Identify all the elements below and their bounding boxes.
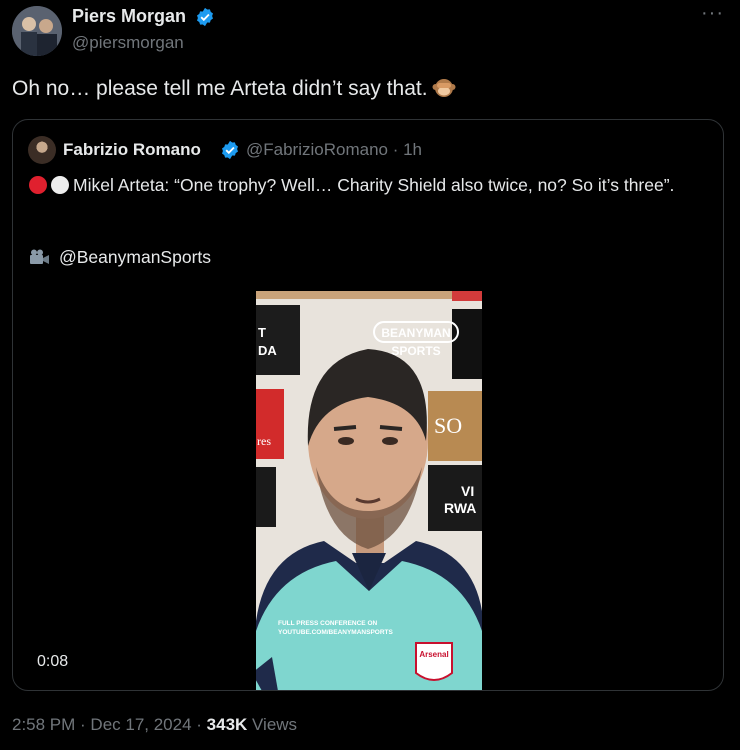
board-right-rwa: RWA bbox=[444, 500, 476, 516]
author-avatar[interactable] bbox=[12, 6, 62, 56]
board-left-mid: DA bbox=[258, 343, 277, 358]
author-handle[interactable]: @piersmorgan bbox=[72, 33, 184, 53]
views-count: 343K bbox=[206, 715, 248, 734]
author-name[interactable]: Piers Morgan bbox=[72, 6, 186, 27]
see-no-evil-monkey-icon bbox=[432, 79, 456, 97]
board-left-top: T bbox=[258, 325, 266, 340]
quote-handle-time[interactable]: @FabrizioRomano · 1h bbox=[246, 140, 422, 160]
video-frame: T DA res SO VI RWA Arsenal BEANYMAN SPOR… bbox=[256, 291, 482, 690]
quote-avatar[interactable] bbox=[28, 136, 56, 164]
quote-author-name[interactable]: Fabrizio Romano bbox=[63, 140, 201, 160]
white-circle-icon bbox=[51, 176, 69, 194]
red-circle-icon bbox=[29, 176, 47, 194]
overlay-line2: YOUTUBE.COM/BEANYMANSPORTS bbox=[278, 629, 394, 636]
quote-text: Mikel Arteta: “One trophy? Well… Charity… bbox=[29, 173, 709, 197]
board-right-so: SO bbox=[434, 413, 462, 438]
quote-credit-link[interactable]: @BeanymanSports bbox=[59, 247, 211, 267]
tweet-text-content: Oh no… please tell me Arteta didn’t say … bbox=[12, 77, 428, 100]
watermark-line2: SPORTS bbox=[391, 344, 440, 358]
quote-text-content: Mikel Arteta: “One trophy? Well… Charity… bbox=[73, 175, 675, 195]
more-dots-icon[interactable]: ··· bbox=[701, 2, 724, 25]
arsenal-badge-text: Arsenal bbox=[419, 650, 448, 659]
board-left-red: res bbox=[257, 434, 271, 448]
tweet-meta: 2:58 PM · Dec 17, 2024 · 343K Views bbox=[12, 715, 297, 735]
board-right-vi: VI bbox=[461, 483, 474, 499]
tweet-timestamp[interactable]: 2:58 PM · Dec 17, 2024 · bbox=[12, 715, 207, 734]
quoted-tweet[interactable]: Fabrizio Romano @FabrizioRomano · 1h Mik… bbox=[12, 119, 724, 691]
video-player[interactable]: T DA res SO VI RWA Arsenal BEANYMAN SPOR… bbox=[256, 291, 482, 690]
quote-credit: @BeanymanSports bbox=[29, 247, 211, 268]
tweet-text: Oh no… please tell me Arteta didn’t say … bbox=[12, 76, 456, 101]
watermark-line1: BEANYMAN bbox=[381, 326, 450, 340]
overlay-line1: FULL PRESS CONFERENCE ON bbox=[278, 620, 378, 627]
video-camera-icon bbox=[30, 249, 49, 264]
verified-badge-icon bbox=[222, 140, 238, 160]
video-duration: 0:08 bbox=[37, 653, 69, 670]
views-label: Views bbox=[247, 715, 298, 734]
verified-badge-icon bbox=[197, 7, 213, 27]
avatar-image bbox=[12, 6, 62, 56]
